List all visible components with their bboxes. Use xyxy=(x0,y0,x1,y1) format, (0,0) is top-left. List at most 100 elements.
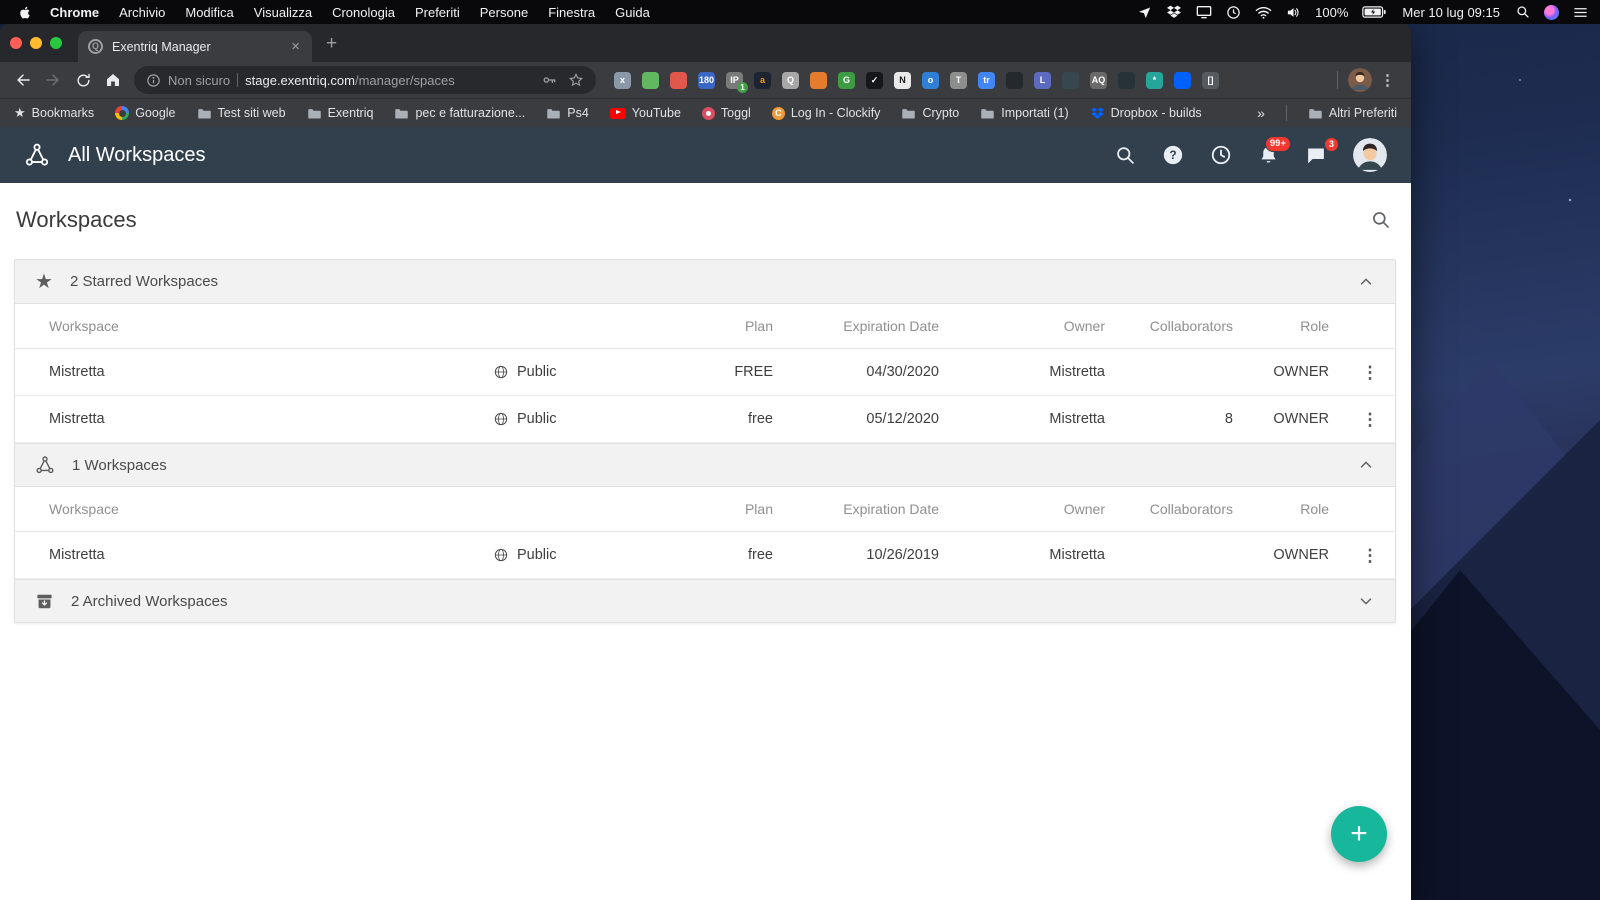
extension-icon[interactable]: * xyxy=(1146,71,1163,89)
menubar-item-guida[interactable]: Guida xyxy=(605,5,660,20)
notifications-bell-icon[interactable]: 99+ xyxy=(1258,136,1291,166)
menubar-item-visualizza[interactable]: Visualizza xyxy=(244,5,322,20)
bookmark-clockify[interactable]: C Log In - Clockify xyxy=(771,106,880,120)
close-window-button[interactable] xyxy=(10,37,22,49)
extension-icon[interactable] xyxy=(670,71,687,89)
extension-icon[interactable]: x xyxy=(614,71,631,89)
bookmark-star-icon[interactable] xyxy=(568,72,584,88)
bookmarks-overflow-chevron[interactable]: » xyxy=(1257,105,1265,121)
workspace-name[interactable]: Mistretta xyxy=(15,411,493,427)
workspace-row[interactable]: Mistretta Public FREE 04/30/2020 Mistret… xyxy=(15,349,1395,396)
fab-add-workspace[interactable]: + xyxy=(1331,806,1387,862)
bookmark-dropbox-builds[interactable]: Dropbox - builds xyxy=(1090,106,1202,120)
history-clock-icon[interactable] xyxy=(1210,144,1232,166)
menubar-app-name[interactable]: Chrome xyxy=(40,5,109,20)
workspaces-logo-icon[interactable] xyxy=(24,142,50,168)
info-icon[interactable] xyxy=(146,73,161,88)
section-header-archived[interactable]: 2 Archived Workspaces xyxy=(15,579,1395,622)
extension-icon[interactable]: tr xyxy=(978,71,995,89)
bookmark-bookmarks[interactable]: ★ Bookmarks xyxy=(14,105,94,121)
app-search-icon[interactable] xyxy=(1115,145,1136,166)
chat-icon[interactable]: 3 xyxy=(1305,136,1339,166)
user-avatar[interactable] xyxy=(1353,138,1387,172)
menubar-item-cronologia[interactable]: Cronologia xyxy=(322,5,405,20)
extension-icon[interactable]: L xyxy=(1034,71,1051,89)
bookmark-youtube[interactable]: YouTube xyxy=(609,106,681,120)
menubar-clock[interactable]: Mer 10 lug 09:15 xyxy=(1400,5,1502,20)
chevron-up-icon[interactable] xyxy=(1357,456,1375,474)
bookmark-folder-crypto[interactable]: Crypto xyxy=(901,106,959,120)
new-tab-button[interactable]: + xyxy=(326,34,337,53)
extension-icon[interactable]: T xyxy=(950,71,967,89)
chevron-up-icon[interactable] xyxy=(1357,273,1375,291)
menubar-item-persone[interactable]: Persone xyxy=(470,5,538,20)
reload-icon[interactable] xyxy=(68,65,98,95)
home-icon[interactable] xyxy=(98,65,128,95)
bookmark-folder-pec[interactable]: pec e fatturazione... xyxy=(394,106,525,120)
row-menu-icon[interactable]: ⋮ xyxy=(1345,364,1395,381)
bookmark-folder-importati[interactable]: Importati (1) xyxy=(980,106,1069,120)
notification-center-icon[interactable] xyxy=(1573,6,1588,19)
forward-icon[interactable] xyxy=(38,65,68,95)
workspace-name[interactable]: Mistretta xyxy=(15,364,493,380)
password-key-icon[interactable] xyxy=(541,72,557,88)
browser-tab[interactable]: Q Exentriq Manager × xyxy=(78,31,312,62)
back-icon[interactable] xyxy=(8,65,38,95)
browser-profile-avatar[interactable] xyxy=(1348,68,1372,92)
extension-icon[interactable]: o xyxy=(922,71,939,89)
page-search-icon[interactable] xyxy=(1371,210,1391,230)
tab-close-icon[interactable]: × xyxy=(289,38,302,55)
tab-title: Exentriq Manager xyxy=(112,39,211,54)
workspaces-card: ★ 2 Starred Workspaces Workspace Plan Ex… xyxy=(14,259,1396,623)
extension-icon[interactable] xyxy=(1174,71,1191,89)
dropbox-status-icon[interactable] xyxy=(1166,5,1182,19)
extension-icon[interactable]: N xyxy=(894,71,911,89)
row-menu-icon[interactable]: ⋮ xyxy=(1345,547,1395,564)
section-header-workspaces[interactable]: 1 Workspaces xyxy=(15,443,1395,486)
extension-icon[interactable] xyxy=(1118,71,1135,89)
bookmark-folder-test-siti-web[interactable]: Test siti web xyxy=(197,106,286,120)
row-menu-icon[interactable]: ⋮ xyxy=(1345,411,1395,428)
extension-icon[interactable] xyxy=(810,71,827,89)
menubar-item-preferiti[interactable]: Preferiti xyxy=(405,5,470,20)
workspace-row[interactable]: Mistretta Public free 05/12/2020 Mistret… xyxy=(15,396,1395,443)
bookmark-folder-ps4[interactable]: Ps4 xyxy=(546,106,589,120)
extension-icon[interactable]: a xyxy=(754,71,771,89)
wifi-icon[interactable] xyxy=(1255,6,1272,19)
menubar-item-finestra[interactable]: Finestra xyxy=(538,5,605,20)
chevron-down-icon[interactable] xyxy=(1357,592,1375,610)
bookmark-google[interactable]: Google xyxy=(115,106,176,120)
workspace-name[interactable]: Mistretta xyxy=(15,547,493,563)
extension-icon[interactable]: Q xyxy=(782,71,799,89)
other-bookmarks[interactable]: Altri Preferiti xyxy=(1308,106,1397,120)
menubar-item-archivio[interactable]: Archivio xyxy=(109,5,175,20)
extension-icon[interactable]: G xyxy=(838,71,855,89)
siri-icon[interactable] xyxy=(1544,4,1559,20)
folder-icon xyxy=(981,108,995,118)
help-icon[interactable]: ? xyxy=(1162,144,1184,166)
display-icon[interactable] xyxy=(1196,5,1212,19)
extension-icon[interactable]: [] xyxy=(1202,71,1219,89)
zoom-window-button[interactable] xyxy=(50,37,62,49)
browser-menu-icon[interactable]: ⋮ xyxy=(1372,71,1403,89)
paper-plane-icon[interactable] xyxy=(1137,5,1152,20)
extension-icon[interactable]: 180 xyxy=(698,71,715,89)
extension-icon[interactable] xyxy=(642,71,659,89)
bookmark-toggl[interactable]: Toggl xyxy=(701,106,751,120)
menubar-item-modifica[interactable]: Modifica xyxy=(175,5,243,20)
minimize-window-button[interactable] xyxy=(30,37,42,49)
extension-icon[interactable] xyxy=(1062,71,1079,89)
extension-icon[interactable] xyxy=(1006,71,1023,89)
volume-icon[interactable] xyxy=(1286,6,1301,19)
bookmark-folder-exentriq[interactable]: Exentriq xyxy=(307,106,373,120)
address-bar[interactable]: Non sicuro stage.exentriq.com/manager/sp… xyxy=(134,66,596,94)
extension-icon[interactable]: ✓ xyxy=(866,71,883,89)
workspace-row[interactable]: Mistretta Public free 10/26/2019 Mistret… xyxy=(15,532,1395,579)
apple-menu-icon[interactable] xyxy=(18,4,32,20)
extension-icon[interactable]: AQ xyxy=(1090,71,1107,89)
url-path: /manager/spaces xyxy=(354,72,455,88)
extension-icon[interactable]: IP 1 xyxy=(726,71,748,93)
time-machine-icon[interactable] xyxy=(1226,5,1241,20)
section-header-starred[interactable]: ★ 2 Starred Workspaces xyxy=(15,260,1395,303)
spotlight-search-icon[interactable] xyxy=(1516,5,1530,19)
